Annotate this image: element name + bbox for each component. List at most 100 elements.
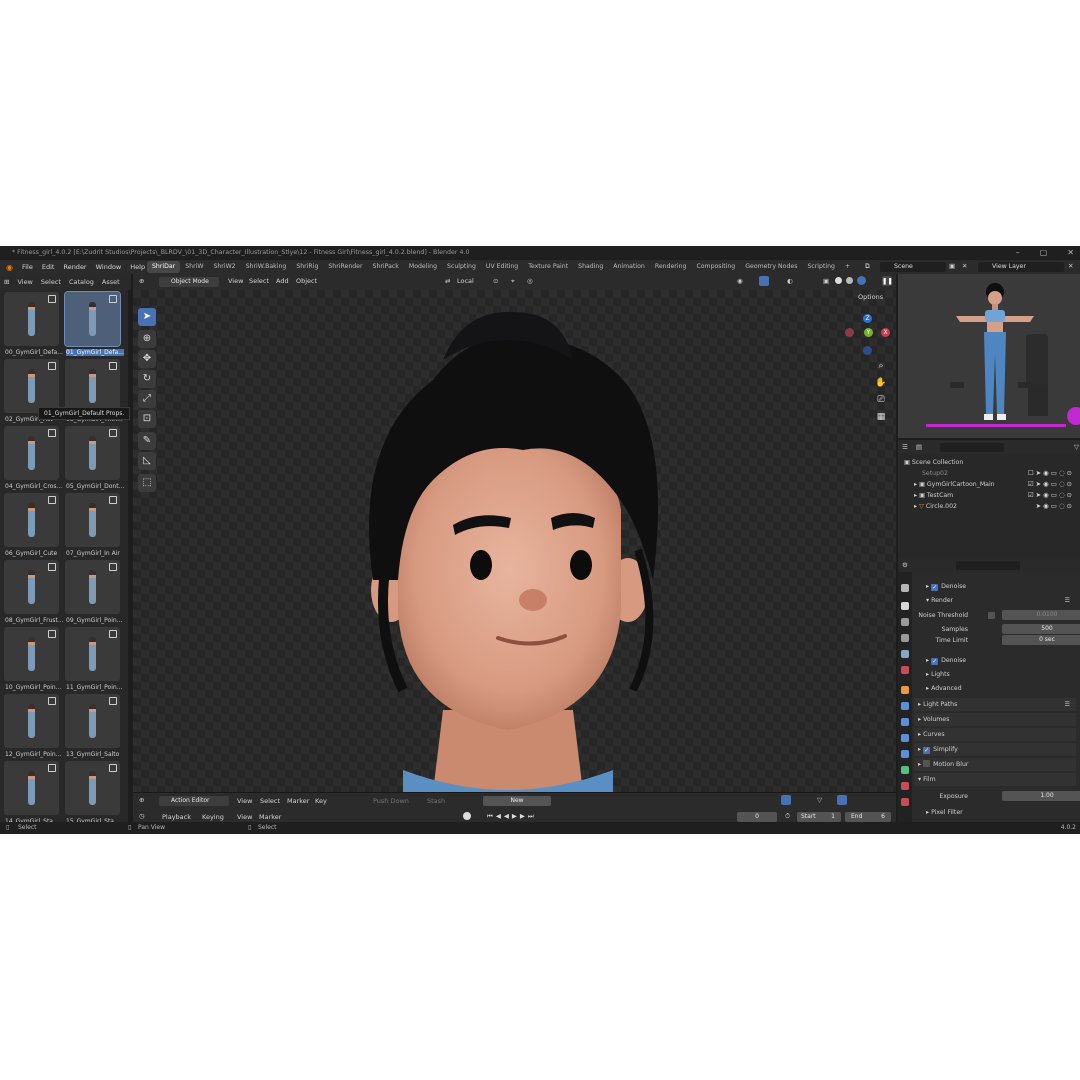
properties-search-input[interactable] — [955, 560, 1020, 570]
add-cube-tool[interactable]: ⬚ — [138, 474, 156, 492]
list-icon[interactable]: ☰ — [1064, 698, 1070, 711]
view-layer-tab-icon[interactable] — [901, 634, 909, 642]
asset-thumbnail[interactable] — [4, 426, 59, 480]
shading-material-icon[interactable] — [846, 277, 853, 284]
gizmo-neg-z-axis[interactable] — [863, 346, 872, 355]
outliner-row-testcam-toggles[interactable]: ☑➤◉▭◌⊙ — [1028, 490, 1074, 501]
film-panel[interactable]: ▾ Film — [914, 773, 1076, 786]
physics-tab-icon[interactable] — [901, 734, 909, 742]
snap-icon[interactable]: ⌖ — [511, 277, 515, 286]
filter-icon[interactable]: ▽ — [817, 796, 822, 804]
tool-tab-icon[interactable] — [901, 584, 909, 592]
edit-asset-icon[interactable] — [109, 563, 117, 571]
ae-menu-view[interactable]: View — [237, 797, 252, 805]
tab-shriw[interactable]: ShriW — [180, 261, 208, 273]
shading-solid-icon[interactable] — [835, 277, 842, 284]
asset-thumbnail[interactable] — [4, 292, 59, 346]
tl-menu-marker[interactable]: Marker — [259, 813, 281, 821]
tab-shriw-baking[interactable]: ShriW.Baking — [241, 261, 292, 273]
new-action-button[interactable]: New — [483, 796, 551, 806]
tab-shrirender[interactable]: ShriRender — [323, 261, 367, 273]
denoise-checkbox-1[interactable]: ✓ — [931, 584, 939, 591]
tab-uv-editing[interactable]: UV Editing — [481, 261, 523, 273]
tl-menu-playback[interactable]: Playback — [162, 813, 191, 821]
cursor-tool[interactable]: ⊕ — [138, 330, 156, 348]
menu-window[interactable]: Window — [96, 263, 122, 271]
samples-field[interactable]: 500 — [1002, 624, 1080, 634]
add-workspace-icon[interactable]: + — [840, 261, 855, 273]
menu-render[interactable]: Render — [63, 263, 86, 271]
material-tab-icon[interactable] — [901, 782, 909, 790]
proportional-edit-icon[interactable]: ◎ — [527, 277, 533, 285]
tab-geometry-nodes[interactable]: Geometry Nodes — [740, 261, 802, 273]
gizmo-z-axis[interactable]: Z — [863, 314, 872, 323]
only-selected-icon[interactable] — [781, 795, 791, 805]
noise-threshold-field[interactable]: 0.0100 — [1002, 610, 1080, 620]
edit-asset-icon[interactable] — [109, 429, 117, 437]
outliner-row-gymgirl-toggles[interactable]: ☑➤◉▭◌⊙ — [1028, 479, 1074, 490]
asset-menu-select[interactable]: Select — [41, 278, 61, 286]
edit-asset-icon[interactable] — [48, 429, 56, 437]
asset-thumbnail[interactable] — [4, 694, 59, 748]
asset-thumbnail[interactable] — [4, 493, 59, 547]
render-tab-icon[interactable] — [901, 602, 909, 610]
xray-icon[interactable]: ▣ — [823, 277, 829, 285]
outliner-search-input[interactable] — [939, 442, 1004, 452]
outliner-row-scene-collection[interactable]: ▣ Scene Collection — [904, 457, 1076, 468]
asset-thumbnail[interactable] — [64, 291, 121, 347]
asset-thumbnail[interactable] — [65, 627, 120, 681]
camera-view-icon[interactable]: ⎚ — [874, 393, 888, 407]
overlay-icon[interactable]: ◐ — [787, 277, 793, 285]
3d-viewport[interactable]: ➤ ⊕ ✥ ↻ ⤢ ⊡ ✎ ◺ ⬚ Options Z Y X ⌕ ✋ ⎚ ▦ — [133, 290, 896, 792]
data-tab-icon[interactable] — [901, 766, 909, 774]
list-icon[interactable]: ☰ — [1064, 594, 1070, 607]
time-limit-field[interactable]: 0 sec — [1002, 635, 1080, 645]
visibility-icon[interactable]: ◉ — [737, 277, 743, 285]
denoise-row-1[interactable]: ▸ ✓ Denoise — [914, 580, 1076, 593]
shading-rendered-icon[interactable] — [857, 276, 866, 285]
edit-asset-icon[interactable] — [48, 630, 56, 638]
gizmo-x-axis[interactable]: X — [881, 328, 890, 337]
motion-blur-panel[interactable]: ▸ Motion Blur — [914, 758, 1076, 771]
stopwatch-icon[interactable]: ⏱ — [785, 812, 790, 821]
expand-icon[interactable]: ▸ ▽ — [914, 503, 926, 510]
rotate-tool[interactable]: ↻ — [138, 370, 156, 388]
end-frame-field[interactable]: End 6 — [845, 812, 891, 822]
blender-logo-icon[interactable]: ◉ — [6, 263, 13, 272]
motion-blur-checkbox[interactable] — [923, 760, 931, 767]
maximize-icon[interactable]: ▢ — [1040, 246, 1048, 259]
asset-thumbnail[interactable] — [4, 560, 59, 614]
edit-asset-icon[interactable] — [109, 630, 117, 638]
modifier-tab-icon[interactable] — [901, 702, 909, 710]
tl-menu-keying[interactable]: Keying — [202, 813, 224, 821]
tab-shririg[interactable]: ShriRig — [291, 261, 323, 273]
asset-menu-catalog[interactable]: Catalog — [69, 278, 94, 286]
tl-menu-view[interactable]: View — [237, 813, 252, 821]
tab-modeling[interactable]: Modeling — [404, 261, 442, 273]
tab-texture-paint[interactable]: Texture Paint — [523, 261, 573, 273]
scene-tab-icon[interactable] — [901, 650, 909, 658]
asset-thumbnail[interactable] — [65, 359, 120, 413]
lights-subpanel[interactable]: ▸ Lights — [914, 668, 1076, 681]
simplify-checkbox[interactable]: ✓ — [923, 747, 931, 754]
gizmo-y-axis[interactable]: Y — [864, 328, 873, 337]
properties-editor-icon[interactable]: ⚙ — [902, 561, 908, 569]
world-tab-icon[interactable] — [901, 666, 909, 674]
expand-icon[interactable]: ▸ ▣ — [914, 492, 927, 499]
scene-selector[interactable]: Scene — [880, 262, 946, 272]
asset-menu-view[interactable]: View — [17, 278, 32, 286]
output-tab-icon[interactable] — [901, 618, 909, 626]
push-down-button[interactable]: Push Down — [373, 797, 409, 805]
editor-type-icon[interactable]: ⊕ — [139, 277, 144, 285]
asset-browser-editor-icon[interactable]: ⊞ — [4, 278, 9, 286]
texture-tab-icon[interactable] — [901, 798, 909, 806]
display-mode-icon[interactable]: ▤ — [916, 443, 922, 451]
new-scene-icon[interactable]: ▣ — [949, 262, 955, 270]
asset-thumbnail[interactable] — [4, 627, 59, 681]
pause-render-icon[interactable]: ❚❚ — [882, 276, 893, 286]
expand-icon[interactable]: ▸ ▣ — [914, 481, 927, 488]
edit-asset-icon[interactable] — [109, 697, 117, 705]
constraints-tab-icon[interactable] — [901, 750, 909, 758]
tab-shriw2[interactable]: ShriW2 — [208, 261, 240, 273]
transform-tool[interactable]: ⊡ — [138, 410, 156, 428]
